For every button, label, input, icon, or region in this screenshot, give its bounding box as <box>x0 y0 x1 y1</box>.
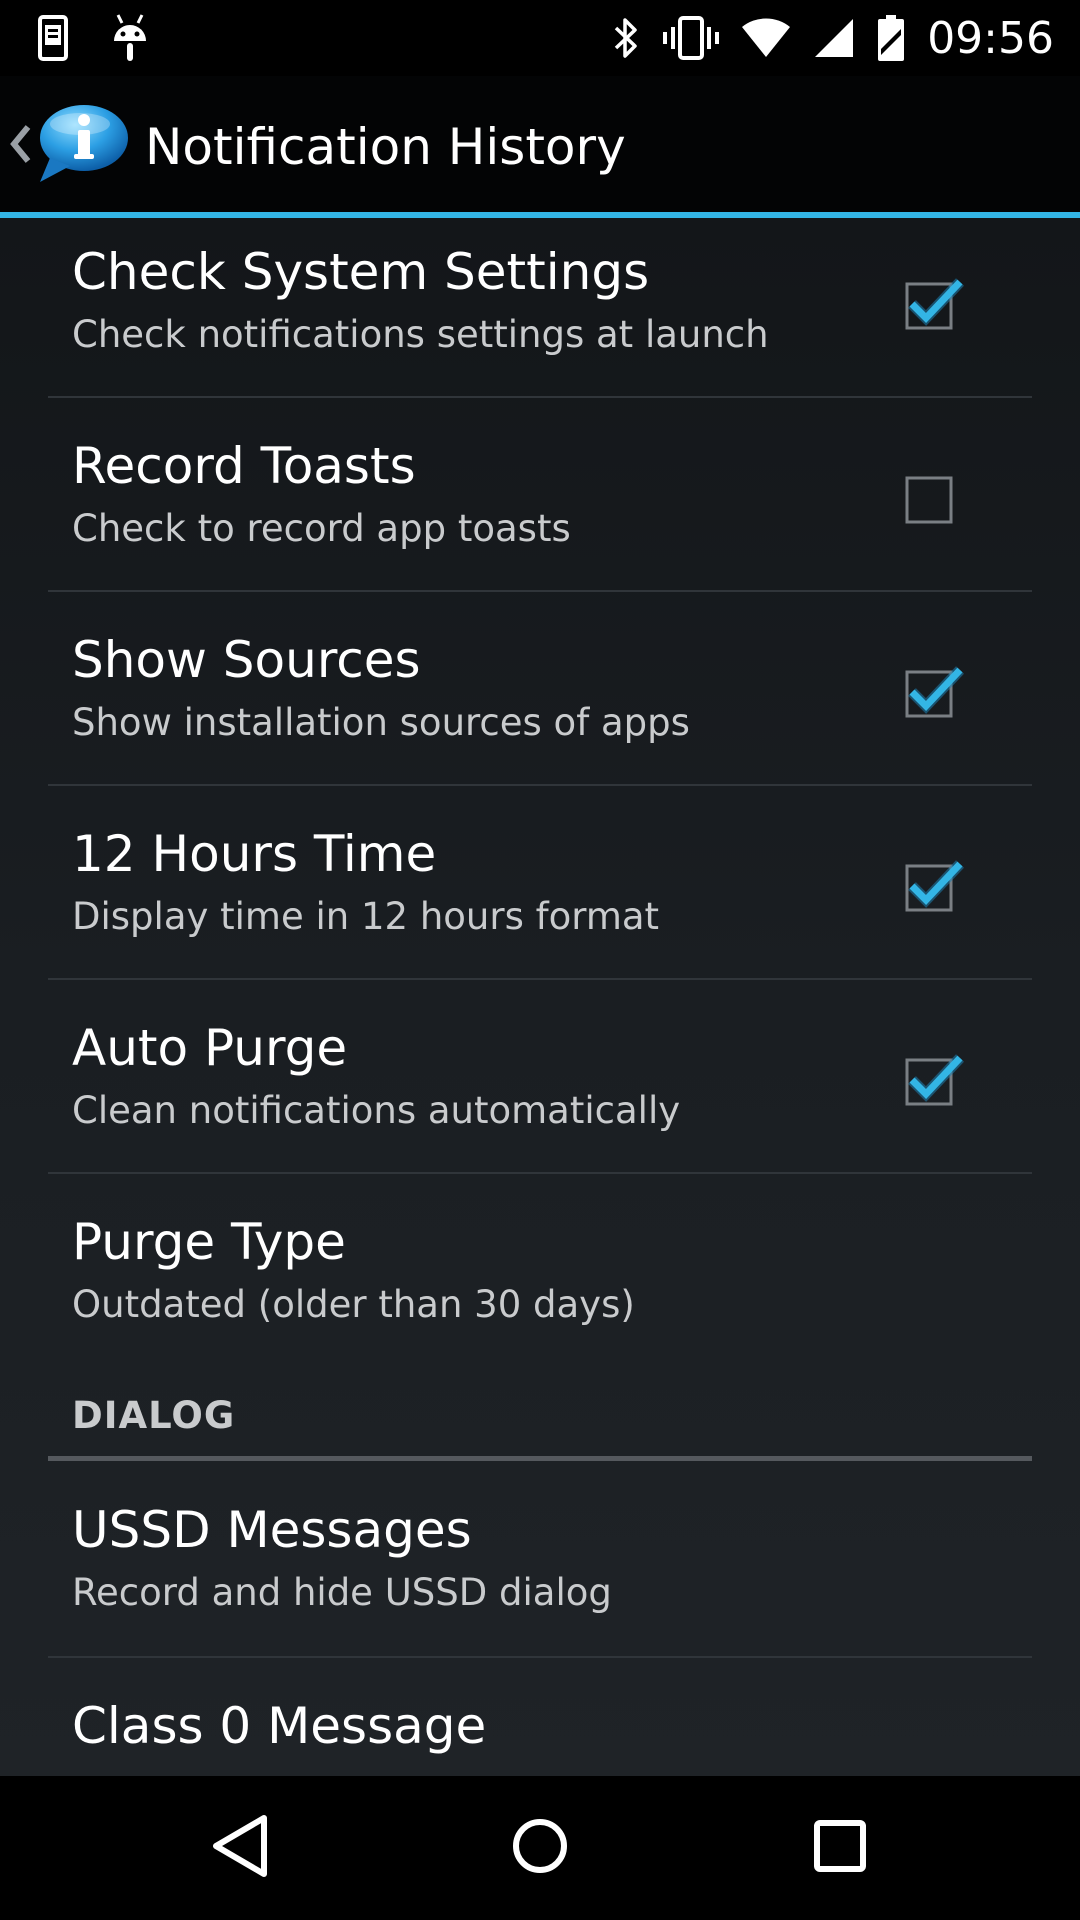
pref-summary: Check notifications settings at launch <box>72 313 769 356</box>
home-button[interactable] <box>450 1776 630 1920</box>
pref-title: USSD Messages <box>72 1501 472 1559</box>
section-divider <box>48 1456 1032 1461</box>
pref-title: Show Sources <box>72 631 421 689</box>
pref-record-toasts[interactable]: Record Toasts Check to record app toasts <box>48 398 1032 592</box>
pref-ussd-messages[interactable]: USSD Messages Record and hide USSD dialo… <box>48 1462 1032 1656</box>
pref-purge-type[interactable]: Purge Type Outdated (older than 30 days) <box>48 1174 1032 1368</box>
pref-title: Check System Settings <box>72 243 650 301</box>
status-bar: 09:56 <box>0 0 1080 76</box>
pref-title: 12 Hours Time <box>72 825 437 883</box>
up-button[interactable] <box>6 96 136 196</box>
checkbox-unchecked[interactable] <box>904 468 966 530</box>
app-info-bubble-icon <box>34 102 130 190</box>
section-header-dialog: DIALOG <box>72 1394 236 1437</box>
pref-title: Class 0 Message <box>72 1697 487 1755</box>
pref-title: Record Toasts <box>72 437 416 495</box>
android-icon <box>110 13 150 63</box>
screen: 09:56 Notification History Check System … <box>0 0 1080 1920</box>
pref-check-system-settings[interactable]: Check System Settings Check notification… <box>48 218 1032 396</box>
chevron-left-icon <box>6 119 34 173</box>
pref-summary: Clean notifications automatically <box>72 1089 681 1132</box>
pref-12-hours-time[interactable]: 12 Hours Time Display time in 12 hours f… <box>48 786 1032 980</box>
bluetooth-icon <box>611 15 641 61</box>
pref-summary: Outdated (older than 30 days) <box>72 1283 635 1326</box>
checkbox-checked[interactable] <box>904 856 966 918</box>
status-bar-notifications <box>38 0 150 76</box>
navigation-bar <box>0 1776 1080 1920</box>
pref-summary: Record and hide USSD dialog <box>72 1571 612 1614</box>
cell-signal-icon <box>813 17 855 59</box>
pref-title: Auto Purge <box>72 1019 348 1077</box>
back-icon <box>210 1813 270 1883</box>
recents-button[interactable] <box>750 1776 930 1920</box>
pref-auto-purge[interactable]: Auto Purge Clean notifications automatic… <box>48 980 1032 1174</box>
wifi-icon <box>741 17 791 59</box>
pref-summary: Check to record app toasts <box>72 507 571 550</box>
checkbox-checked[interactable] <box>904 274 966 336</box>
screenshot-phone-icon <box>38 15 68 61</box>
battery-icon <box>877 15 905 61</box>
pref-summary: Display time in 12 hours format <box>72 895 660 938</box>
status-bar-clock: 09:56 <box>927 12 1054 64</box>
recents-icon <box>813 1819 867 1877</box>
page-title: Notification History <box>145 118 626 176</box>
checkbox-checked[interactable] <box>904 662 966 724</box>
pref-class-0-message[interactable]: Class 0 Message <box>48 1658 1032 1776</box>
pref-summary: Show installation sources of apps <box>72 701 690 744</box>
back-button[interactable] <box>150 1776 330 1920</box>
pref-show-sources[interactable]: Show Sources Show installation sources o… <box>48 592 1032 786</box>
checkbox-checked[interactable] <box>904 1050 966 1112</box>
home-icon <box>511 1817 569 1879</box>
vibrate-icon <box>663 15 720 61</box>
status-bar-system: 09:56 <box>611 0 1054 76</box>
settings-list: Check System Settings Check notification… <box>0 218 1080 1776</box>
pref-title: Purge Type <box>72 1213 346 1271</box>
